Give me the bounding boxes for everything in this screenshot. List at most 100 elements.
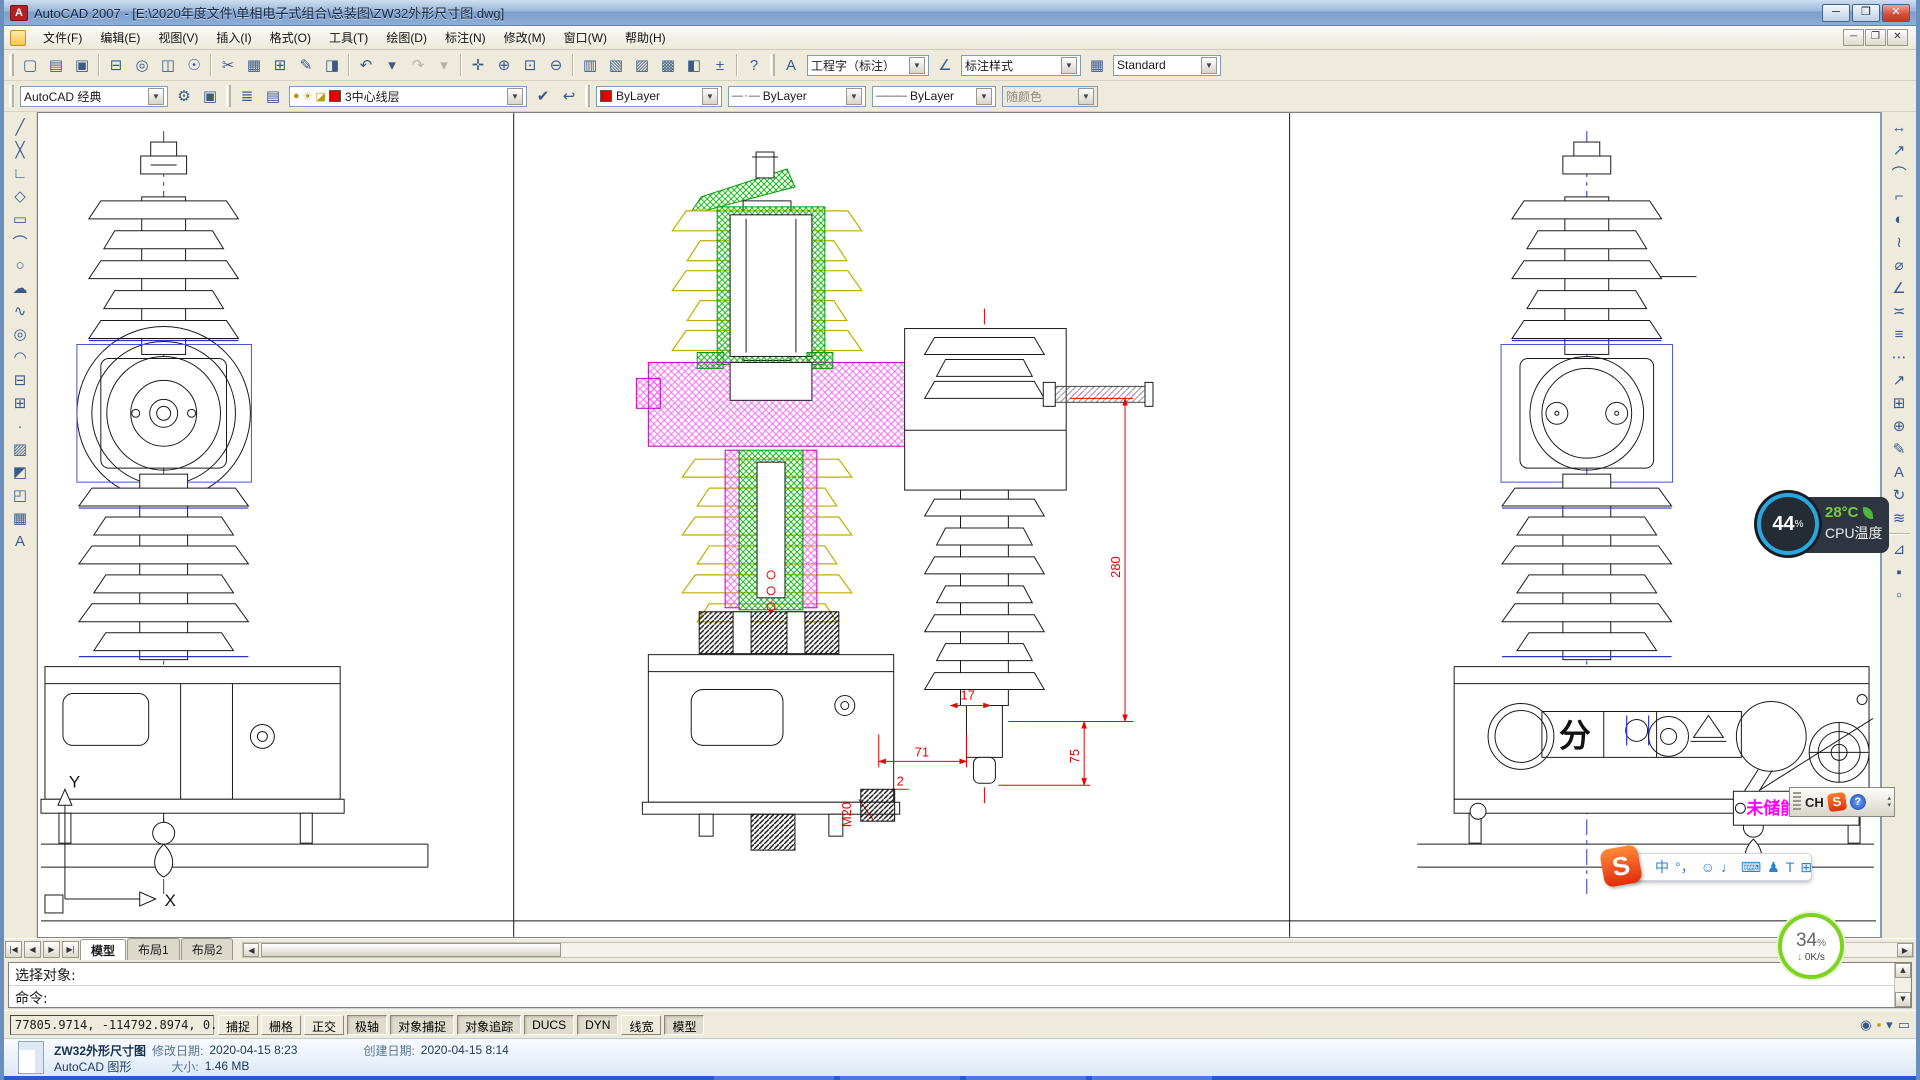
linetype-combo[interactable]: — · — ByLayer ▼ (728, 86, 866, 107)
circle-icon[interactable]: ○ (8, 254, 32, 276)
revision-cloud-icon[interactable]: ☁ (8, 277, 32, 299)
object-snap-icon[interactable]: ⊿ (1887, 538, 1911, 560)
quick-leader-icon[interactable]: ↗ (1887, 369, 1911, 391)
menu-window[interactable]: 窗口(W) (555, 26, 616, 49)
table-style-combo[interactable]: Standard ▼ (1113, 55, 1221, 76)
voice-input-icon[interactable]: ♩ (1719, 859, 1737, 875)
menu-help[interactable]: 帮助(H) (616, 26, 675, 49)
scroll-left-icon[interactable]: ◀ (243, 943, 259, 957)
chevron-down-icon[interactable]: ▼ (148, 88, 164, 105)
toggle-lineweight[interactable]: 线宽 (621, 1015, 661, 1035)
redo-list-arrow-icon[interactable]: ▾ (432, 53, 456, 77)
region-icon[interactable]: ◰ (8, 484, 32, 506)
workspace-settings-icon[interactable]: ⚙ (172, 84, 196, 108)
radius-icon[interactable]: ◐ (1887, 208, 1911, 230)
sogou-toolbar[interactable]: S 中°，☺♩⌨♟T⊞ (1602, 850, 1812, 884)
menu-file[interactable]: 文件(F) (34, 26, 91, 49)
make-object-layer-current-icon[interactable]: ✔ (531, 84, 555, 108)
maximize-button[interactable]: ❐ (1852, 4, 1880, 22)
soft-keyboard-icon[interactable]: ⌨ (1739, 859, 1763, 876)
match-properties-icon[interactable]: ✎ (294, 53, 318, 77)
pan-icon[interactable]: ✛ (466, 53, 490, 77)
text-style-combo[interactable]: 工程字（标注） ▼ (807, 55, 929, 76)
toggle-ortho[interactable]: 正交 (304, 1015, 344, 1035)
tab-nav-button[interactable]: ▶| (62, 941, 79, 958)
dim-style-combo[interactable]: 标注样式 ▼ (961, 55, 1081, 76)
toolbox-icon[interactable]: ⊞ (1798, 859, 1814, 876)
multiline-text-icon[interactable]: A (8, 530, 32, 552)
status-menu-caret-icon[interactable]: ▾ (1886, 1017, 1893, 1033)
save-workspace-icon[interactable]: ▣ (198, 84, 222, 108)
help-icon[interactable]: ? (742, 53, 766, 77)
open-icon[interactable]: ▤ (44, 53, 68, 77)
toggle-osnap[interactable]: 对象捕捉 (390, 1015, 454, 1035)
login-icon[interactable]: ♟ (1765, 859, 1782, 876)
angular-icon[interactable]: ∠ (1887, 277, 1911, 299)
taskbar-sliver[interactable] (4, 1076, 1916, 1080)
linear-dimension-icon[interactable]: ↔ (1887, 116, 1911, 138)
snap-endpoint-icon[interactable]: ▫ (1887, 584, 1911, 606)
plot-icon[interactable]: ⊟ (104, 53, 128, 77)
designcenter-icon[interactable]: ▧ (604, 53, 628, 77)
language-bar[interactable]: CH S ? ▴▾ (1789, 787, 1895, 817)
table-style-manager-icon[interactable]: ▦ (1085, 53, 1109, 77)
tab-model[interactable]: 模型 (80, 939, 126, 961)
dimension-edit-icon[interactable]: ✎ (1887, 438, 1911, 460)
punctuation-icon[interactable]: °， (1673, 857, 1697, 877)
layer-properties-manager-icon[interactable]: ≣ (235, 84, 259, 108)
arc-length-icon[interactable]: ⌒ (1887, 162, 1911, 184)
toggle-model[interactable]: 模型 (664, 1015, 704, 1035)
drawing-canvas[interactable]: .k{stroke:#1a1a1a;fill:none;stroke-width… (37, 112, 1880, 938)
coordinate-display[interactable]: 77805.9714, -114792.8974, 0.0000 (10, 1015, 214, 1035)
layer-on-bulb-icon[interactable]: ● (293, 90, 300, 102)
dim-style-manager-icon[interactable]: ∠ (933, 53, 957, 77)
construction-line-icon[interactable]: ╳ (8, 139, 32, 161)
ordinate-icon[interactable]: ⌐ (1887, 185, 1911, 207)
command-window[interactable]: 选择对象: 命令: ▲▼ (4, 960, 1916, 1010)
snap-from-icon[interactable]: ▪ (1887, 561, 1911, 583)
quickcalc-icon[interactable]: ± (708, 53, 732, 77)
layer-lock-icon[interactable]: ◪ (316, 90, 326, 103)
chevron-down-icon[interactable]: ▼ (1061, 57, 1077, 74)
tool-palettes-icon[interactable]: ▨ (630, 53, 654, 77)
download-progress-widget[interactable]: 34% ↓ 0K/s (1778, 913, 1844, 979)
dimension-text-edit-icon[interactable]: A (1887, 461, 1911, 483)
copy-icon[interactable]: ▦ (242, 53, 266, 77)
arc-icon[interactable]: ⌒ (8, 231, 32, 253)
ellipse-arc-icon[interactable]: ◠ (8, 346, 32, 368)
undo-icon[interactable]: ↶ (354, 53, 378, 77)
ime-mode-icon[interactable]: 中 (1653, 857, 1671, 877)
minimize-button[interactable]: ─ (1822, 4, 1850, 22)
toolbar-grip[interactable] (585, 85, 590, 107)
paste-icon[interactable]: ⊞ (268, 53, 292, 77)
toolbar-grip[interactable] (9, 85, 14, 107)
zoom-previous-icon[interactable]: ⊖ (544, 53, 568, 77)
tab-nav-button[interactable]: ▶ (43, 941, 60, 958)
command-scrollbar[interactable]: ▲▼ (1894, 963, 1911, 1007)
scrollbar-thumb[interactable] (261, 943, 561, 957)
polygon-icon[interactable]: ◇ (8, 185, 32, 207)
lineweight-combo[interactable]: ——— ByLayer ▼ (872, 86, 996, 107)
title-bar[interactable]: A AutoCAD 2007 - [E:\2020年度文件\单相电子式组合\总装… (4, 0, 1916, 26)
menu-view[interactable]: 视图(V) (149, 26, 207, 49)
spline-icon[interactable]: ∿ (8, 300, 32, 322)
toolbar-grip[interactable] (226, 85, 231, 107)
rectangle-icon[interactable]: ▭ (8, 208, 32, 230)
table-icon[interactable]: ▦ (8, 507, 32, 529)
chevron-down-icon[interactable]: ▼ (976, 88, 992, 105)
chevron-down-icon[interactable]: ▼ (846, 88, 862, 105)
dimension-update-icon[interactable]: ↻ (1887, 484, 1911, 506)
menu-draw[interactable]: 绘图(D) (377, 26, 436, 49)
zoom-realtime-icon[interactable]: ⊕ (492, 53, 516, 77)
minimize-langbar-icon[interactable]: ▴▾ (1887, 795, 1891, 809)
menu-tools[interactable]: 工具(T) (320, 26, 377, 49)
make-block-icon[interactable]: ⊞ (8, 392, 32, 414)
drag-handle-icon[interactable] (1793, 792, 1801, 812)
jogged-icon[interactable]: ≀ (1887, 231, 1911, 253)
language-indicator[interactable]: CH (1805, 795, 1824, 810)
markup-set-manager-icon[interactable]: ◧ (682, 53, 706, 77)
diameter-icon[interactable]: ⌀ (1887, 254, 1911, 276)
hatch-icon[interactable]: ▨ (8, 438, 32, 460)
block-editor-icon[interactable]: ◨ (320, 53, 344, 77)
polyline-icon[interactable]: ∟ (8, 162, 32, 184)
